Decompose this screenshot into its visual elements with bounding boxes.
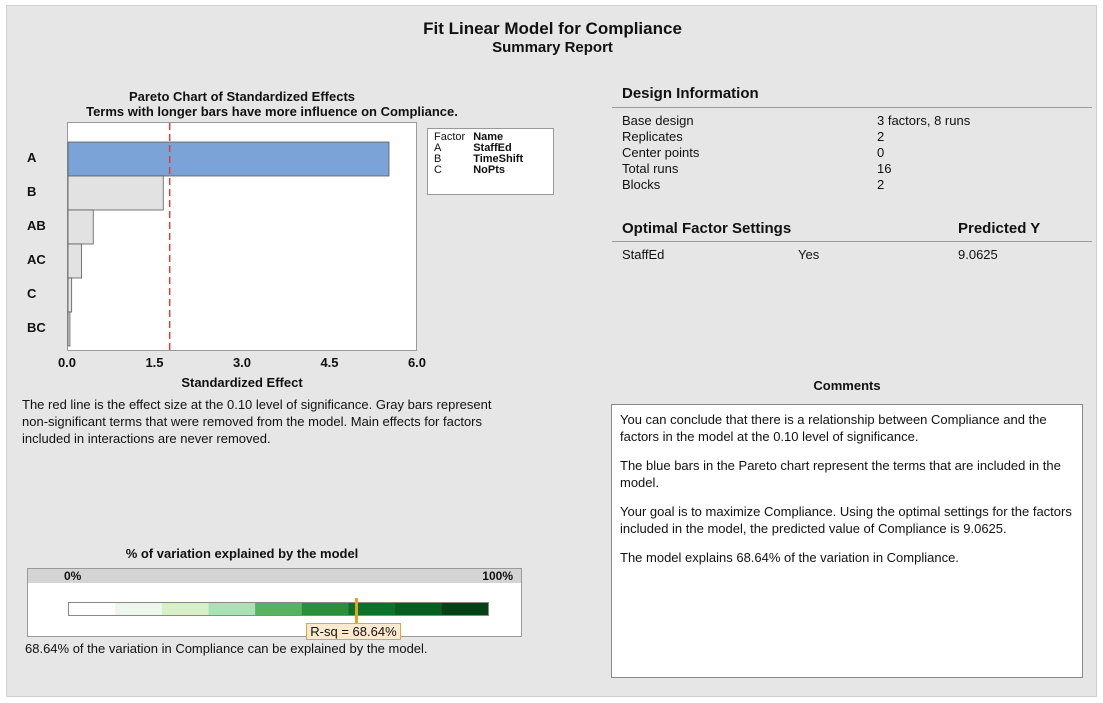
design-info-values: 3 factors, 8 runs 2 0 16 2 [877,113,970,193]
rsq-marker [354,598,358,623]
pareto-x-tick: 6.0 [407,355,427,370]
design-value: 2 [877,177,885,192]
optimal-settings-header: Optimal Factor Settings [622,220,792,237]
variation-scale-header: 0% 100% [27,568,522,584]
variation-gauge-bar [68,602,489,616]
gauge-band [68,602,116,616]
design-info-divider [612,107,1092,108]
comment-paragraph: Your goal is to maximize Compliance. Usi… [620,504,1072,536]
pareto-bar-c [67,277,73,313]
pareto-y-tick: C [27,286,37,301]
variation-min-label: 0% [64,569,82,583]
pareto-y-tick: AC [27,252,46,267]
pareto-bar-bc [67,311,71,347]
optimal-factor: StaffEd [622,247,665,262]
variation-title: % of variation explained by the model [125,546,359,561]
rsq-label: R-sq = 68.64% [306,623,401,640]
comments-box: You can conclude that there is a relatio… [611,404,1083,678]
design-value: 3 factors, 8 runs [877,113,971,128]
legend-factor-name: NoPts [473,164,505,176]
pareto-subtitle: Terms with longer bars have more influen… [86,104,458,119]
design-label: Center points [622,145,700,160]
predicted-value: 9.0625 [958,247,998,262]
report-title: Fit Linear Model for Compliance [423,19,682,38]
factor-legend: Factor Name A StaffEd B TimeShift C NoPt… [427,128,554,195]
pareto-bar-a [67,141,390,177]
pareto-x-tick: 3.0 [232,355,252,370]
design-info-labels: Base design Replicates Center points Tot… [622,113,699,193]
variation-caption: 68.64% of the variation in Compliance ca… [25,641,428,656]
variation-max-label: 100% [482,569,513,583]
gauge-band [115,602,163,616]
comment-paragraph: The model explains 68.64% of the variati… [620,550,959,565]
pareto-y-tick: AB [27,218,46,233]
gauge-band [161,602,209,616]
predicted-y-header: Predicted Y [958,220,1041,237]
pareto-title: Pareto Chart of Standardized Effects [128,89,356,104]
optimal-setting: Yes [798,247,820,262]
gauge-band [441,602,489,616]
pareto-x-axis-label: Standardized Effect [181,375,303,390]
pareto-y-tick: A [27,150,37,165]
rsq-label-wrap: R-sq = 68.64% [306,623,401,641]
legend-row: C NoPts [434,165,527,176]
gauge-band [395,602,443,616]
design-label: Total runs [622,161,679,176]
summary-report: Fit Linear Model for Compliance Summary … [6,5,1097,697]
pareto-bar-ab [67,209,94,245]
pareto-x-tick: 0.0 [57,355,77,370]
design-label: Blocks [622,177,661,192]
pareto-y-tick: BC [27,320,46,335]
comments-header: Comments [813,378,881,393]
comment-paragraph: You can conclude that there is a relatio… [620,412,1047,444]
legend-factor-code: C [434,164,442,176]
report-subtitle: Summary Report [492,39,613,56]
design-value: 2 [877,129,885,144]
pareto-x-tick: 4.5 [320,355,339,370]
pareto-bar-ac [67,243,82,279]
pareto-note: The red line is the effect size at the 0… [22,397,492,446]
gauge-band [301,602,349,616]
comment-paragraph: The blue bars in the Pareto chart repres… [620,458,1061,490]
pareto-y-tick: B [27,184,37,199]
pareto-x-tick: 1.5 [145,355,164,370]
design-info-header: Design Information [622,85,759,102]
pareto-chart [67,122,417,351]
optimal-settings-divider [612,241,1092,242]
gauge-band [255,602,303,616]
gauge-band [208,602,256,616]
design-value: 16 [877,161,892,176]
design-label: Replicates [622,129,683,144]
design-value: 0 [877,145,885,160]
pareto-bar-b [67,175,164,211]
design-label: Base design [622,113,694,128]
